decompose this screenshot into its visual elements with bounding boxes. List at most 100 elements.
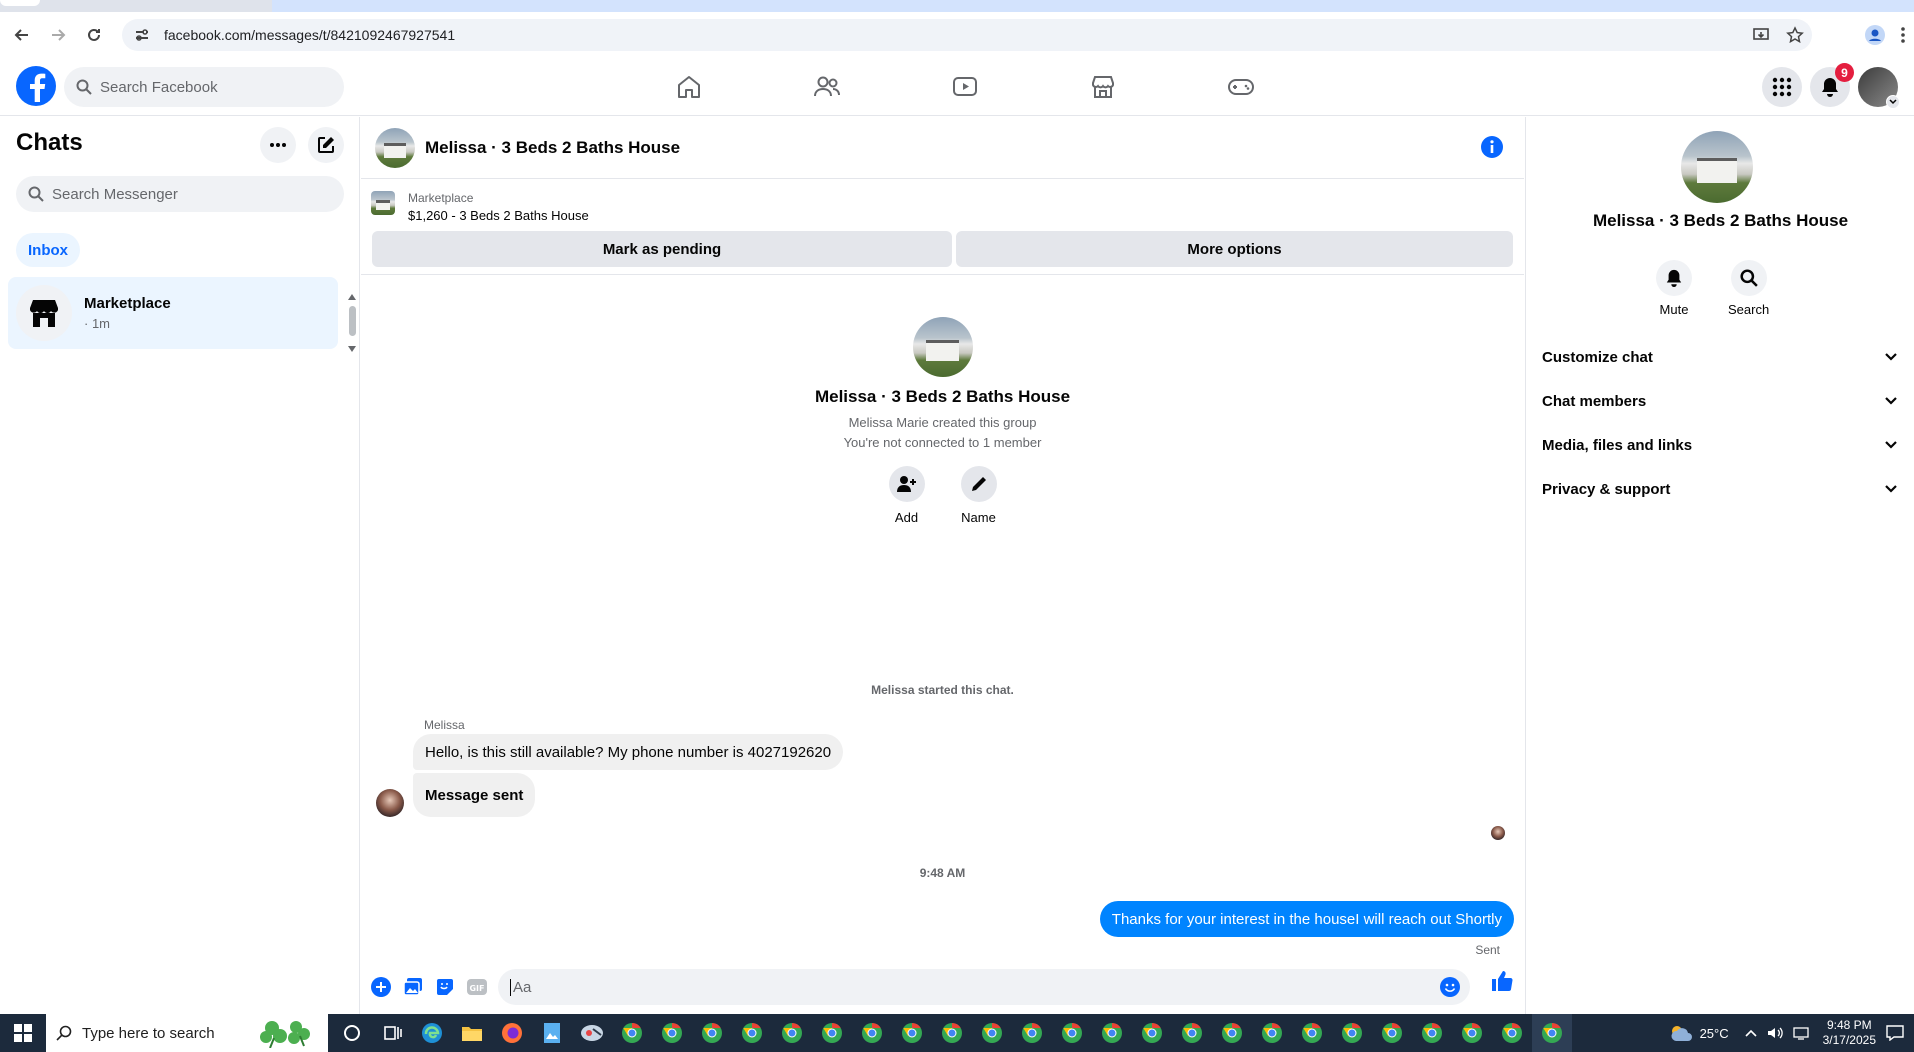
more-options-button[interactable]: More options — [956, 231, 1513, 267]
taskbar-app-chrome-5[interactable] — [772, 1014, 812, 1052]
taskbar-app-chrome-18[interactable] — [1292, 1014, 1332, 1052]
messenger-search-placeholder: Search Messenger — [52, 185, 178, 203]
incoming-message[interactable]: Message sent — [413, 773, 536, 817]
details-avatar[interactable] — [1681, 131, 1753, 203]
active-tab[interactable] — [0, 0, 40, 6]
name-group-action[interactable]: Name — [960, 466, 997, 525]
taskbar-app-chrome-2[interactable] — [652, 1014, 692, 1052]
bookmark-star-icon[interactable] — [1786, 26, 1804, 44]
weather-temperature[interactable]: 25°C — [1700, 1026, 1729, 1041]
account-avatar[interactable] — [1858, 67, 1900, 109]
taskbar-search-input[interactable]: Type here to search — [46, 1014, 328, 1052]
facebook-search-input[interactable]: Search Facebook — [64, 67, 344, 107]
network-icon[interactable] — [1792, 1026, 1809, 1040]
forward-button[interactable] — [44, 21, 72, 49]
site-settings-icon[interactable] — [132, 27, 152, 43]
nav-marketplace[interactable] — [1034, 58, 1172, 116]
task-view-button[interactable] — [372, 1014, 412, 1052]
taskbar-app-chrome-11[interactable] — [1012, 1014, 1052, 1052]
facebook-logo-icon[interactable] — [16, 66, 56, 106]
send-like-button[interactable] — [1490, 969, 1514, 998]
taskbar-app-chrome-23[interactable] — [1492, 1014, 1532, 1052]
taskbar-app-chrome-16[interactable] — [1212, 1014, 1252, 1052]
add-member-action[interactable]: Add — [888, 466, 925, 525]
scroll-up-icon[interactable] — [348, 294, 356, 300]
conversation-info-button[interactable] — [1480, 135, 1504, 164]
media-files-links-section[interactable]: Media, files and links — [1542, 427, 1898, 463]
taskbar-app-file-explorer[interactable] — [452, 1014, 492, 1052]
nav-gaming[interactable] — [1172, 58, 1310, 116]
address-bar[interactable]: facebook.com/messages/t/8421092467927541 — [122, 19, 1812, 51]
listing-title[interactable]: $1,260 - 3 Beds 2 Baths House — [408, 208, 589, 223]
messenger-search-input[interactable]: Search Messenger — [16, 176, 344, 212]
taskbar-app-chrome-1[interactable] — [612, 1014, 652, 1052]
privacy-support-section[interactable]: Privacy & support — [1542, 471, 1898, 507]
reload-button[interactable] — [80, 21, 108, 49]
taskbar-app-chrome-9[interactable] — [932, 1014, 972, 1052]
sender-avatar[interactable] — [376, 789, 404, 817]
new-message-button[interactable] — [308, 127, 344, 163]
more-actions-button[interactable] — [365, 971, 397, 1003]
scroll-down-icon[interactable] — [348, 346, 356, 352]
scroll-thumb[interactable] — [349, 306, 356, 336]
menu-button[interactable] — [1762, 67, 1802, 107]
start-button[interactable] — [0, 1014, 46, 1052]
taskbar-app-chrome-15[interactable] — [1172, 1014, 1212, 1052]
chat-list-item[interactable]: Marketplace · 1m — [8, 277, 338, 349]
taskbar-app-chrome-3[interactable] — [692, 1014, 732, 1052]
browser-menu-icon[interactable] — [1900, 26, 1906, 44]
taskbar-app-chrome-21[interactable] — [1412, 1014, 1452, 1052]
search-in-conversation-action[interactable]: Search — [1728, 260, 1769, 317]
taskbar-app-chrome-6[interactable] — [812, 1014, 852, 1052]
sticker-button[interactable] — [429, 971, 461, 1003]
taskbar-app-chrome-4[interactable] — [732, 1014, 772, 1052]
conversation-title[interactable]: Melissa · 3 Beds 2 Baths House — [425, 138, 680, 158]
taskbar-app-chrome-13[interactable] — [1092, 1014, 1132, 1052]
notifications-button[interactable]: 9 — [1810, 63, 1854, 107]
taskbar-app-chrome-20[interactable] — [1372, 1014, 1412, 1052]
message-input[interactable]: Aa — [498, 969, 1470, 1005]
taskbar-app-chrome-7[interactable] — [852, 1014, 892, 1052]
url-text[interactable]: facebook.com/messages/t/8421092467927541 — [164, 27, 455, 43]
taskbar-app-chrome-12[interactable] — [1052, 1014, 1092, 1052]
taskbar-app-chrome-8[interactable] — [892, 1014, 932, 1052]
notification-center-icon[interactable] — [1886, 1025, 1904, 1041]
listing-thumbnail[interactable] — [371, 191, 395, 215]
chats-options-button[interactable] — [260, 127, 296, 163]
mute-label: Mute — [1659, 302, 1689, 317]
customize-chat-section[interactable]: Customize chat — [1542, 339, 1898, 375]
cortana-button[interactable] — [332, 1014, 372, 1052]
mark-as-pending-button[interactable]: Mark as pending — [372, 231, 952, 267]
conversation-avatar[interactable] — [375, 127, 415, 168]
incoming-message[interactable]: Hello, is this still available? My phone… — [413, 734, 844, 770]
shamrock-icon — [260, 1021, 310, 1048]
inbox-filter[interactable]: Inbox — [16, 233, 80, 267]
weather-cloud-icon[interactable] — [1668, 1023, 1694, 1043]
taskbar-app-firefox[interactable] — [492, 1014, 532, 1052]
nav-home[interactable] — [620, 58, 758, 116]
chevron-up-icon[interactable] — [1745, 1029, 1757, 1037]
taskbar-app-chrome-22[interactable] — [1452, 1014, 1492, 1052]
nav-video[interactable] — [896, 58, 1034, 116]
gif-button[interactable]: GIF — [461, 971, 493, 1003]
taskbar-app-chrome-14[interactable] — [1132, 1014, 1172, 1052]
taskbar-clock[interactable]: 9:48 PM 3/17/2025 — [1823, 1018, 1876, 1048]
outgoing-message[interactable]: Thanks for your interest in the houseI w… — [1099, 901, 1514, 937]
taskbar-app-snipping[interactable] — [572, 1014, 612, 1052]
back-button[interactable] — [8, 21, 36, 49]
chat-members-section[interactable]: Chat members — [1542, 383, 1898, 419]
profile-icon[interactable] — [1864, 24, 1886, 46]
taskbar-app-chrome-24[interactable] — [1532, 1014, 1572, 1052]
taskbar-app-edge[interactable] — [412, 1014, 452, 1052]
install-app-icon[interactable] — [1752, 26, 1770, 44]
taskbar-app-document[interactable] — [532, 1014, 572, 1052]
emoji-button[interactable] — [1440, 977, 1460, 1002]
mute-action[interactable]: Mute — [1656, 260, 1692, 317]
volume-icon[interactable] — [1767, 1026, 1783, 1040]
chat-list-scrollbar[interactable] — [346, 292, 358, 352]
taskbar-app-chrome-10[interactable] — [972, 1014, 1012, 1052]
taskbar-app-chrome-19[interactable] — [1332, 1014, 1372, 1052]
nav-friends[interactable] — [758, 58, 896, 116]
taskbar-app-chrome-17[interactable] — [1252, 1014, 1292, 1052]
attach-photo-button[interactable] — [397, 971, 429, 1003]
